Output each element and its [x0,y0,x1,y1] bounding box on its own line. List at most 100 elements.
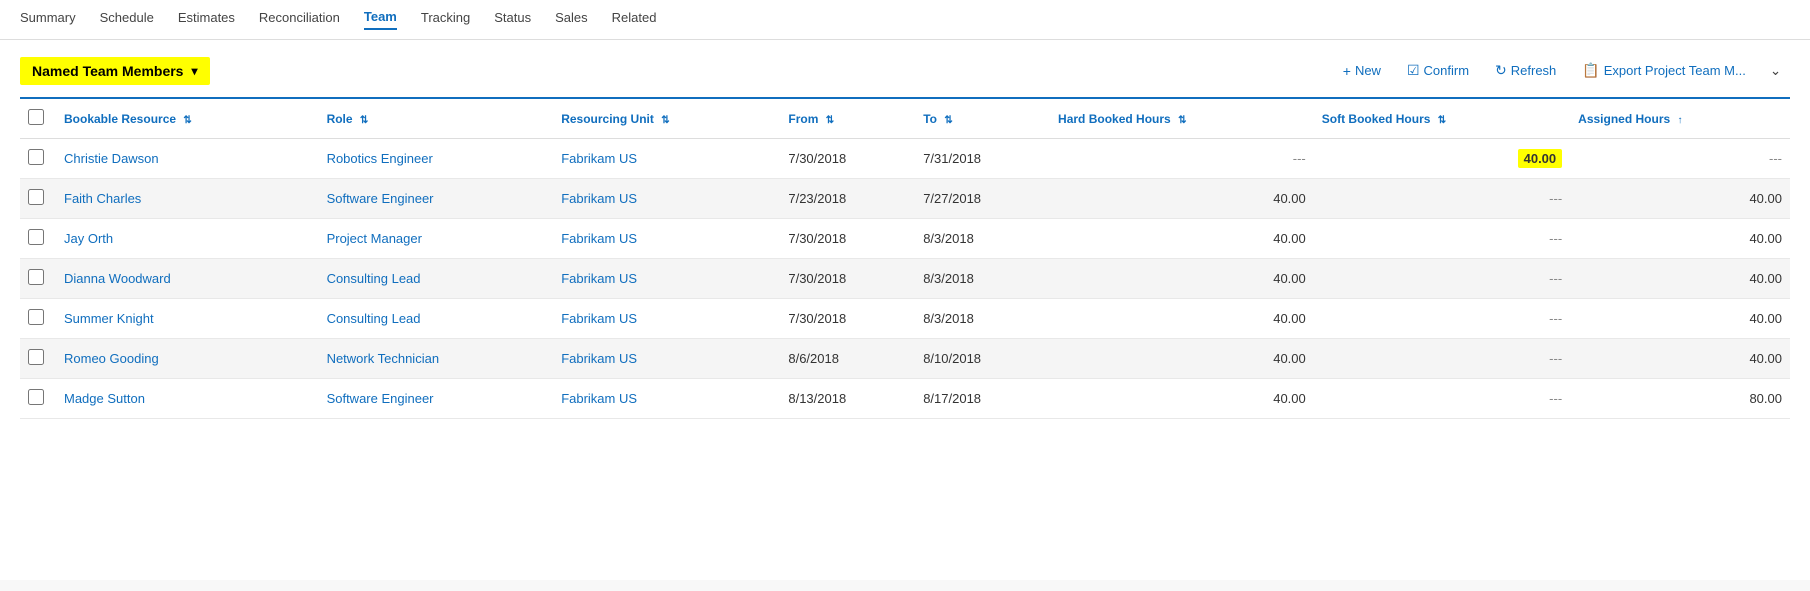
col-bookable-resource[interactable]: Bookable Resource ⇅ [56,98,319,139]
role-cell: Software Engineer [319,379,554,419]
unit-cell: Fabrikam US [553,259,780,299]
role-cell: Consulting Lead [319,299,554,339]
resource-cell: Christie Dawson [56,139,319,179]
from-cell: 7/30/2018 [780,259,915,299]
assigned-cell: 40.00 [1570,179,1790,219]
unit-link[interactable]: Fabrikam US [561,191,637,206]
nav-estimates[interactable]: Estimates [178,10,235,29]
from-cell: 7/30/2018 [780,219,915,259]
row-checkbox[interactable] [28,389,44,405]
to-cell: 8/3/2018 [915,299,1050,339]
unit-link[interactable]: Fabrikam US [561,151,637,166]
section-header: Named Team Members ▾ + New ☑ Confirm ↻ R… [20,56,1790,85]
nav-tracking[interactable]: Tracking [421,10,470,29]
resource-cell: Madge Sutton [56,379,319,419]
resource-link[interactable]: Madge Sutton [64,391,145,406]
from-cell: 7/23/2018 [780,179,915,219]
to-cell: 7/27/2018 [915,179,1050,219]
chevron-down-icon: ▾ [191,64,197,78]
sort-assigned-icon: ↑ [1678,115,1683,126]
unit-link[interactable]: Fabrikam US [561,351,637,366]
nav-team[interactable]: Team [364,9,397,30]
soft-booked-dash: --- [1549,271,1562,286]
select-all-checkbox[interactable] [28,109,44,125]
expand-button[interactable]: ⌄ [1761,57,1790,85]
role-cell: Network Technician [319,339,554,379]
hard-booked-cell: 40.00 [1050,259,1314,299]
confirm-button[interactable]: ☑ Confirm [1396,56,1480,85]
role-link[interactable]: Software Engineer [327,191,434,206]
table-row: Romeo Gooding Network Technician Fabrikam … [20,339,1790,379]
refresh-button[interactable]: ↻ Refresh [1484,56,1567,85]
soft-booked-cell: --- [1314,339,1570,379]
resource-link[interactable]: Jay Orth [64,231,113,246]
role-link[interactable]: Project Manager [327,231,422,246]
table-row: Christie Dawson Robotics Engineer Fabrikam… [20,139,1790,179]
unit-link[interactable]: Fabrikam US [561,311,637,326]
row-checkbox[interactable] [28,269,44,285]
col-role[interactable]: Role ⇅ [319,98,554,139]
to-cell: 8/3/2018 [915,259,1050,299]
unit-link[interactable]: Fabrikam US [561,231,637,246]
sort-hard-icon: ⇅ [1178,115,1186,126]
nav-summary[interactable]: Summary [20,10,76,29]
col-to[interactable]: To ⇅ [915,98,1050,139]
row-checkbox[interactable] [28,349,44,365]
role-link[interactable]: Software Engineer [327,391,434,406]
col-hard-booked[interactable]: Hard Booked Hours ⇅ [1050,98,1314,139]
resource-cell: Dianna Woodward [56,259,319,299]
role-link[interactable]: Consulting Lead [327,311,421,326]
soft-booked-dash: --- [1549,191,1562,206]
select-all-col [20,98,56,139]
export-icon: 📋 [1582,62,1599,79]
nav-schedule[interactable]: Schedule [100,10,154,29]
soft-booked-cell: --- [1314,179,1570,219]
unit-link[interactable]: Fabrikam US [561,391,637,406]
top-nav-bar: Summary Schedule Estimates Reconciliatio… [0,0,1810,40]
resource-link[interactable]: Summer Knight [64,311,154,326]
nav-related[interactable]: Related [612,10,657,29]
col-soft-booked[interactable]: Soft Booked Hours ⇅ [1314,98,1570,139]
unit-cell: Fabrikam US [553,219,780,259]
from-cell: 8/13/2018 [780,379,915,419]
new-label: New [1355,63,1381,78]
soft-booked-highlight: 40.00 [1518,149,1563,168]
row-checkbox[interactable] [28,149,44,165]
unit-cell: Fabrikam US [553,299,780,339]
unit-cell: Fabrikam US [553,379,780,419]
resource-link[interactable]: Dianna Woodward [64,271,171,286]
nav-reconciliation[interactable]: Reconciliation [259,10,340,29]
section-title-button[interactable]: Named Team Members ▾ [20,57,210,85]
nav-status[interactable]: Status [494,10,531,29]
table-row: Summer KnightConsulting LeadFabrikam US7… [20,299,1790,339]
table-row: Dianna Woodward Consulting Lead Fabrikam U… [20,259,1790,299]
role-link[interactable]: Consulting Lead [327,271,421,286]
resource-link[interactable]: Christie Dawson [64,151,159,166]
col-from[interactable]: From ⇅ [780,98,915,139]
role-link[interactable]: Network Technician [327,351,439,366]
col-assigned[interactable]: Assigned Hours ↑ [1570,98,1790,139]
row-checkbox[interactable] [28,309,44,325]
to-cell: 8/10/2018 [915,339,1050,379]
new-button[interactable]: + New [1332,57,1392,85]
role-link[interactable]: Robotics Engineer [327,151,433,166]
nav-sales[interactable]: Sales [555,10,588,29]
to-cell: 7/31/2018 [915,139,1050,179]
row-checkbox[interactable] [28,229,44,245]
unit-link[interactable]: Fabrikam US [561,271,637,286]
hard-booked-cell: 40.00 [1050,379,1314,419]
export-button[interactable]: 📋 Export Project Team M... [1571,56,1757,85]
soft-booked-cell: --- [1314,259,1570,299]
resource-link[interactable]: Romeo Gooding [64,351,159,366]
col-resourcing-unit[interactable]: Resourcing Unit ⇅ [553,98,780,139]
row-checkbox-cell [20,259,56,299]
hard-booked-cell: 40.00 [1050,179,1314,219]
page-content: Named Team Members ▾ + New ☑ Confirm ↻ R… [0,40,1810,580]
role-cell: Consulting Lead [319,259,554,299]
row-checkbox-cell [20,139,56,179]
hard-booked-cell: --- [1050,139,1314,179]
row-checkbox-cell [20,299,56,339]
from-cell: 8/6/2018 [780,339,915,379]
row-checkbox[interactable] [28,189,44,205]
resource-link[interactable]: Faith Charles [64,191,141,206]
